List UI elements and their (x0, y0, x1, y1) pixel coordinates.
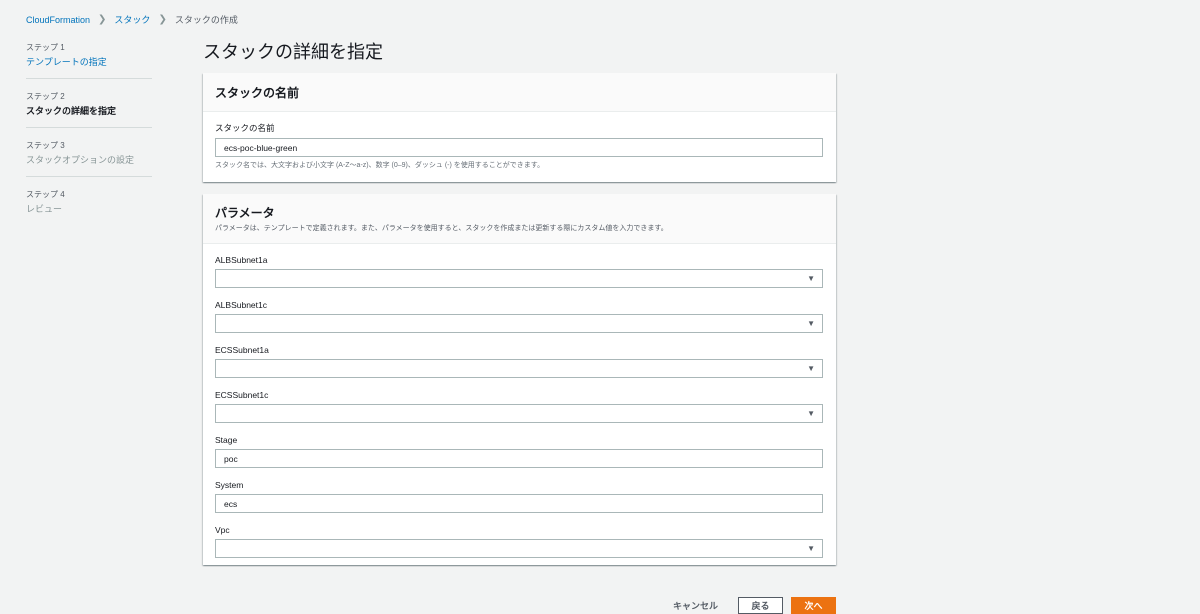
param-albsubnet1a: ALBSubnet1a ▼ (215, 255, 824, 288)
caret-down-icon: ▼ (807, 544, 815, 553)
wizard-step-4: ステップ 4 レビュー (26, 189, 152, 225)
system-input[interactable]: ecs (215, 494, 823, 513)
field-label: System (215, 480, 244, 490)
param-ecssubnet1a: ECSSubnet1a ▼ (215, 345, 824, 378)
wizard-step-3: ステップ 3 スタックオプションの設定 (26, 140, 152, 177)
wizard-footer: キャンセル 戻る 次へ (661, 597, 836, 614)
param-vpc: Vpc ▼ (215, 525, 824, 558)
field-label: ECSSubnet1a (215, 345, 269, 355)
parameters-panel: パラメータ パラメータは、テンプレートで定義されます。また、パラメータを使用する… (203, 194, 836, 565)
caret-down-icon: ▼ (807, 319, 815, 328)
panel-body: ALBSubnet1a ▼ ALBSubnet1c ▼ ECSSubnet1a … (203, 244, 836, 565)
panel-body: スタックの名前 ecs-poc-blue-green スタック名では、大文字およ… (203, 112, 836, 182)
vpc-select[interactable]: ▼ (215, 539, 823, 558)
chevron-right-icon: ❯ (98, 14, 107, 25)
stage-input[interactable]: poc (215, 449, 823, 468)
param-ecssubnet1c: ECSSubnet1c ▼ (215, 390, 824, 423)
next-button[interactable]: 次へ (791, 597, 836, 614)
caret-down-icon: ▼ (807, 409, 815, 418)
field-label: ALBSubnet1a (215, 255, 268, 265)
field-help-text: スタック名では、大文字および小文字 (A-Z〜a-z)、数字 (0–9)、ダッシ… (215, 162, 545, 169)
field-label: ECSSubnet1c (215, 390, 269, 400)
field-label: ALBSubnet1c (215, 300, 267, 310)
wizard-step-2: ステップ 2 スタックの詳細を指定 (26, 91, 152, 128)
panel-header: パラメータ パラメータは、テンプレートで定義されます。また、パラメータを使用する… (203, 194, 836, 244)
page-title: スタックの詳細を指定 (203, 42, 383, 62)
breadcrumb-create-stack: スタックの作成 (174, 15, 238, 25)
wizard-step-1: ステップ 1 テンプレートの指定 (26, 42, 152, 79)
panel-title: スタックの名前 (215, 86, 300, 100)
caret-down-icon: ▼ (807, 274, 815, 283)
ecssubnet1c-select[interactable]: ▼ (215, 404, 823, 423)
back-button[interactable]: 戻る (738, 597, 783, 614)
panel-description: パラメータは、テンプレートで定義されます。また、パラメータを使用すると、スタック… (215, 225, 668, 232)
stack-name-input[interactable]: ecs-poc-blue-green (215, 138, 823, 157)
breadcrumb: CloudFormation ❯ スタック ❯ スタックの作成 (26, 13, 238, 26)
param-albsubnet1c: ALBSubnet1c ▼ (215, 300, 824, 333)
step-number: ステップ 2 (26, 92, 65, 101)
step-review: レビュー (26, 204, 63, 214)
ecssubnet1a-select[interactable]: ▼ (215, 359, 823, 378)
breadcrumb-cloudformation[interactable]: CloudFormation (26, 15, 90, 25)
field-label: スタックの名前 (215, 123, 275, 133)
field-label: Stage (215, 435, 238, 445)
panel-title: パラメータ (215, 206, 275, 220)
param-system: System ecs (215, 480, 824, 513)
step-link-specify-template[interactable]: テンプレートの指定 (26, 55, 152, 68)
step-current-stack-details: スタックの詳細を指定 (26, 106, 117, 116)
step-number: ステップ 1 (26, 43, 65, 52)
albsubnet1a-select[interactable]: ▼ (215, 269, 823, 288)
panel-header: スタックの名前 (203, 73, 836, 112)
chevron-right-icon: ❯ (158, 14, 167, 25)
field-label: Vpc (215, 525, 230, 535)
wizard-steps: ステップ 1 テンプレートの指定 ステップ 2 スタックの詳細を指定 ステップ … (26, 42, 152, 237)
param-stage: Stage poc (215, 435, 824, 468)
step-number: ステップ 4 (26, 190, 65, 199)
caret-down-icon: ▼ (807, 364, 815, 373)
stack-name-panel: スタックの名前 スタックの名前 ecs-poc-blue-green スタック名… (203, 73, 836, 182)
step-stack-options: スタックオプションの設定 (26, 155, 135, 165)
albsubnet1c-select[interactable]: ▼ (215, 314, 823, 333)
cancel-button[interactable]: キャンセル (661, 597, 730, 614)
stack-name-field: スタックの名前 ecs-poc-blue-green スタック名では、大文字およ… (215, 122, 824, 170)
step-number: ステップ 3 (26, 141, 65, 150)
breadcrumb-stacks[interactable]: スタック (114, 13, 150, 26)
